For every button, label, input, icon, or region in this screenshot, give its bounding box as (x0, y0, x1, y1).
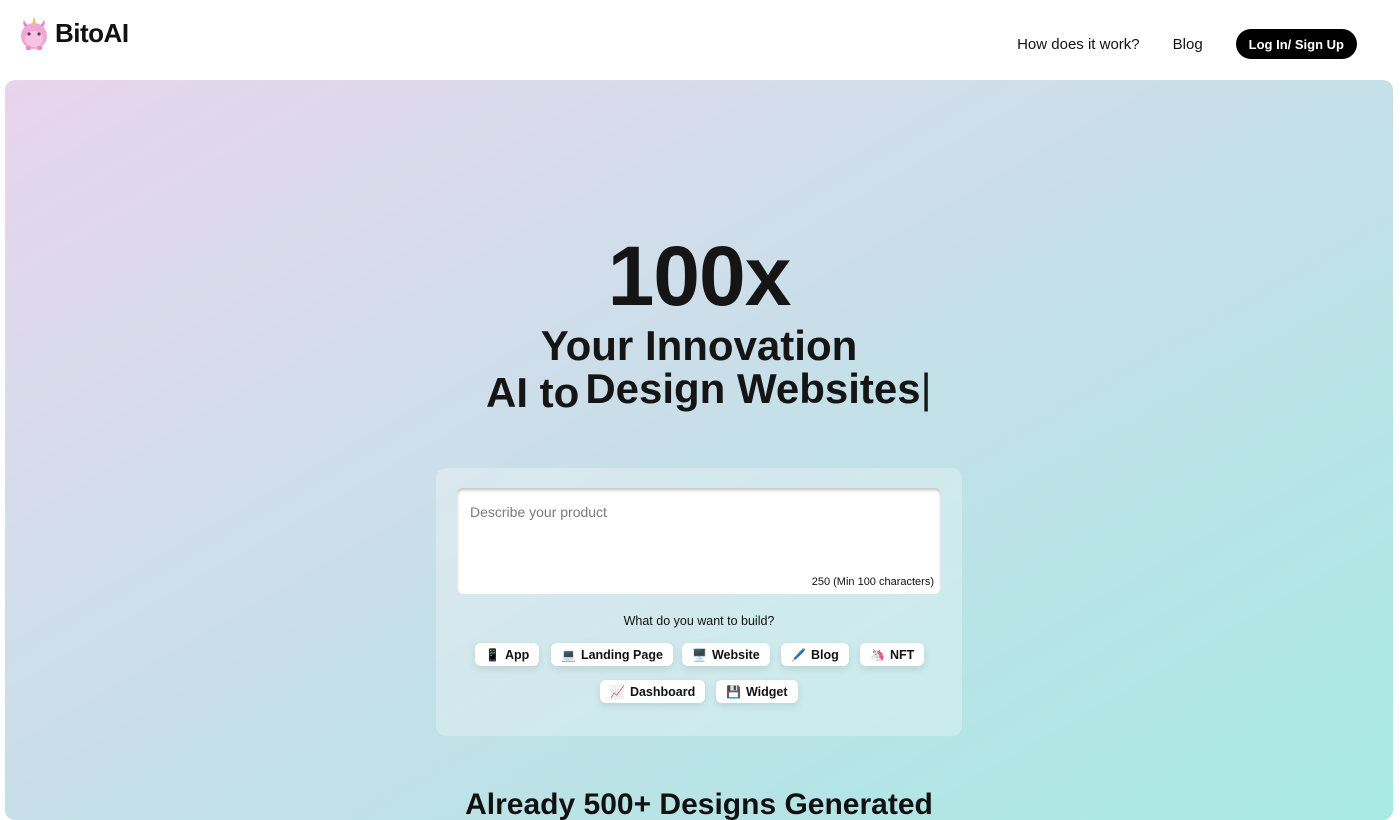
hero-headline: 100x (607, 229, 792, 323)
hero-subline-prefix: AI to (486, 369, 580, 416)
nav-how-it-works-link[interactable]: How does it work? (1017, 36, 1140, 53)
option-label: Blog (810, 647, 839, 662)
chart-increasing-icon: 📈 (610, 684, 625, 699)
option-app-button[interactable]: 📱 App (475, 643, 540, 666)
mobile-phone-icon: 📱 (485, 647, 500, 662)
typing-cursor: | (920, 365, 932, 412)
unicorn-icon: 🦄 (870, 647, 885, 662)
build-type-question: What do you want to build? (623, 614, 775, 628)
site-header: BitoAI How does it work? Blog Log In/ Si… (0, 0, 1400, 80)
hero-subline-1: Your Innovation (540, 322, 858, 369)
brand-name: BitoAI (55, 17, 129, 48)
option-landing-page-button[interactable]: 💻 Landing Page (551, 643, 673, 666)
product-description-placeholder: Describe your product (470, 504, 607, 520)
option-blog-button[interactable]: 🖊️ Blog (781, 643, 849, 666)
desktop-computer-icon: 🖥️ (692, 647, 707, 662)
floppy-disk-icon: 💾 (726, 684, 741, 699)
designs-generated-heading: Already 500+ Designs Generated (465, 788, 933, 820)
option-widget-button[interactable]: 💾 Widget (716, 680, 798, 703)
nav-blog-link[interactable]: Blog (1173, 36, 1203, 53)
typing-text: Design Websites (585, 365, 921, 412)
option-label: App (504, 647, 530, 662)
option-dashboard-button[interactable]: 📈 Dashboard (600, 680, 706, 703)
laptop-icon: 💻 (561, 647, 576, 662)
pen-icon: 🖊️ (791, 647, 806, 662)
unicorn-logo-icon (18, 15, 50, 51)
hero-subline-2: AI to Design Websites| (486, 365, 932, 416)
main-nav: How does it work? Blog Log In/ Sign Up (1017, 29, 1357, 59)
option-label: Landing Page (580, 647, 663, 662)
brand-logo[interactable]: BitoAI (18, 15, 129, 51)
option-label: Dashboard (629, 684, 696, 699)
option-nft-button[interactable]: 🦄 NFT (860, 643, 925, 666)
option-label: Website (711, 647, 760, 662)
product-description-input[interactable]: Describe your product 250 (Min 100 chara… (457, 488, 941, 594)
hero-section: 100x Your Innovation AI to Design Website… (5, 80, 1393, 820)
option-label: Widget (745, 684, 788, 699)
login-signup-button[interactable]: Log In/ Sign Up (1235, 29, 1357, 59)
design-request-form: Describe your product 250 (Min 100 chara… (436, 468, 962, 736)
character-count: 250 (Min 100 characters) (811, 576, 934, 588)
option-website-button[interactable]: 🖥️ Website (682, 643, 770, 666)
option-label: NFT (889, 647, 915, 662)
